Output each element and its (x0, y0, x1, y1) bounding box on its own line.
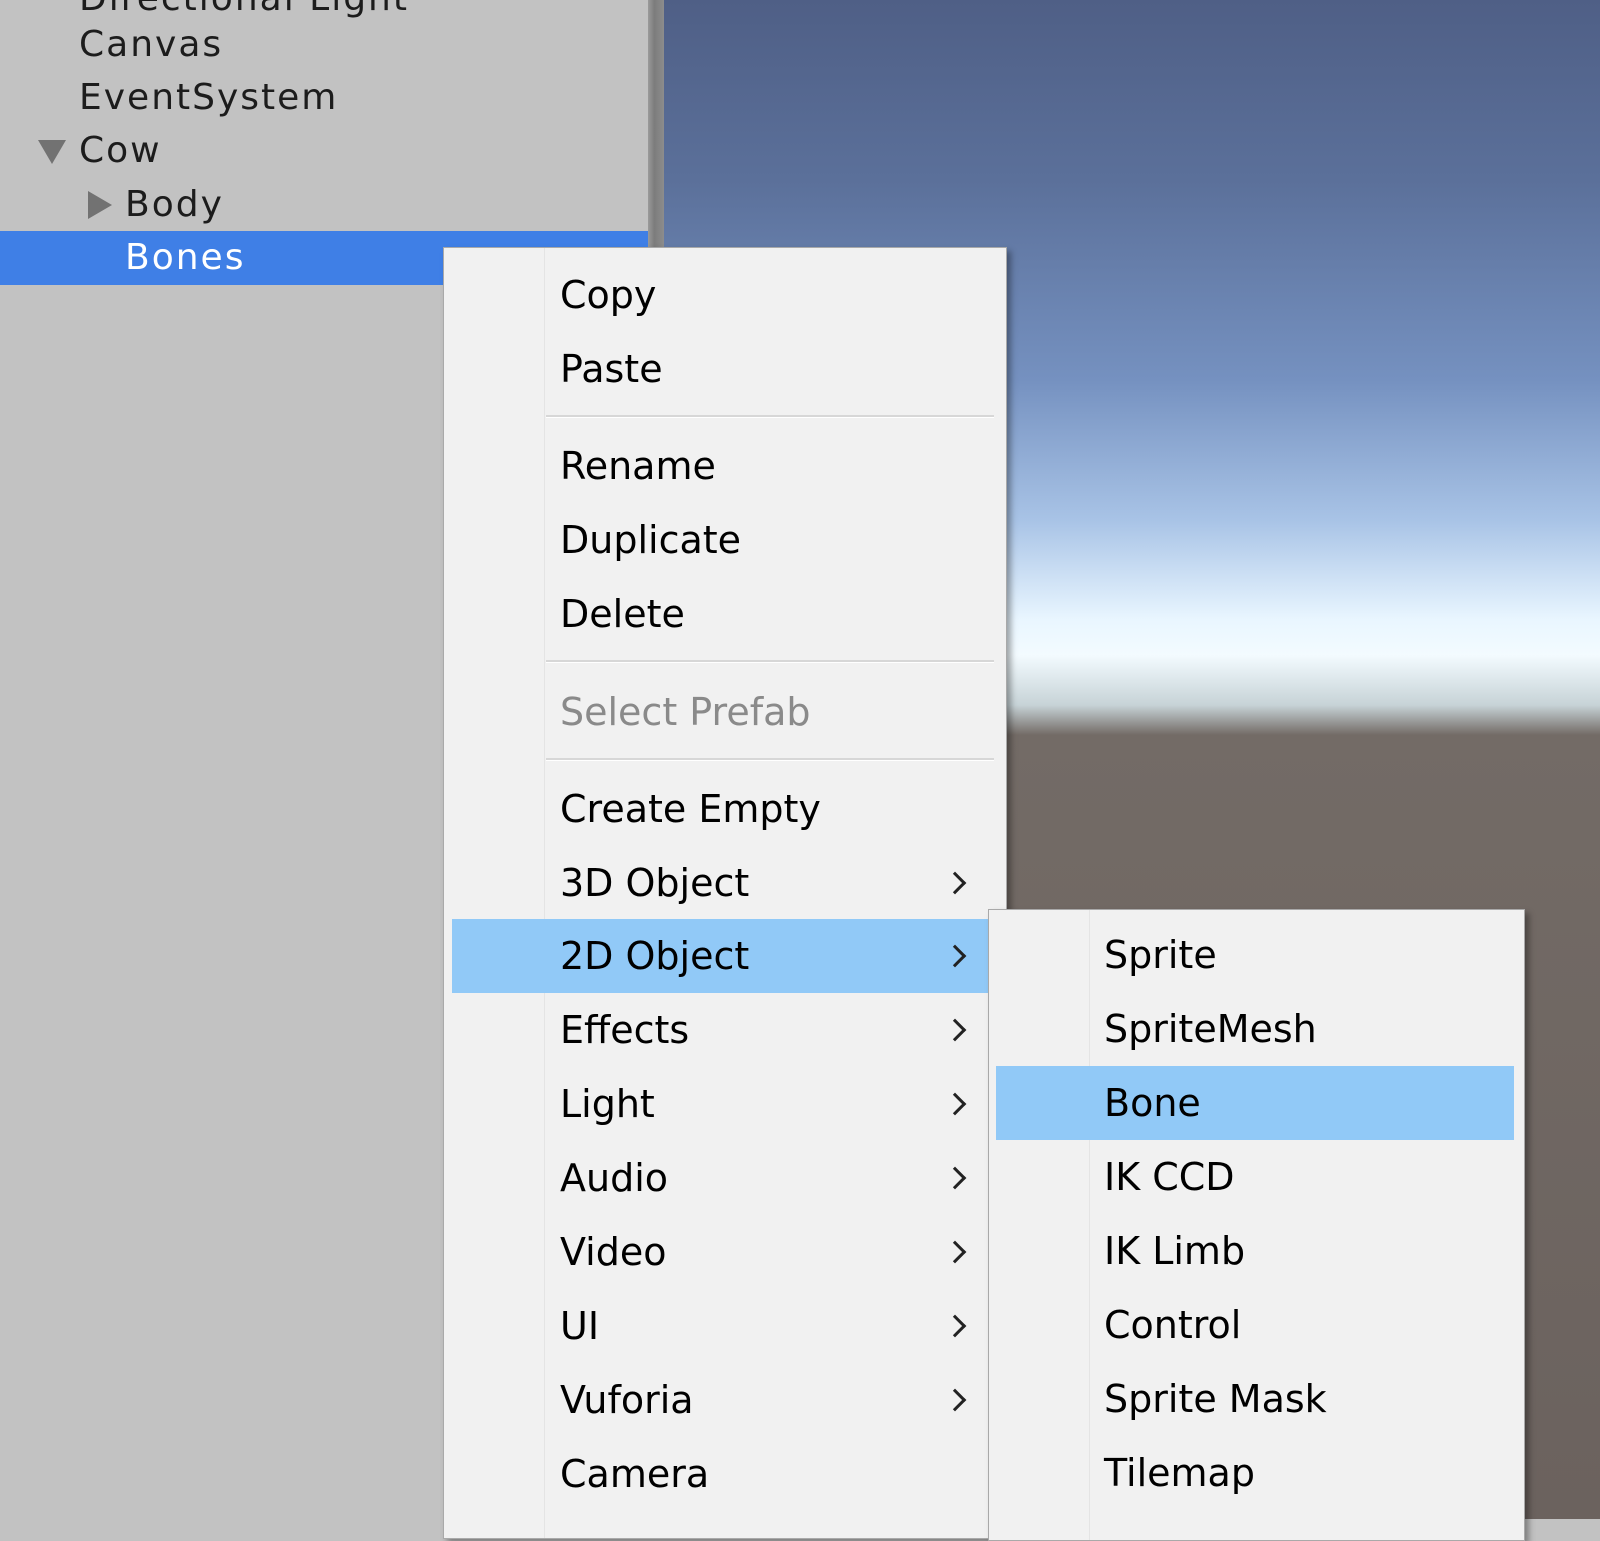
hierarchy-item-label: Cow (79, 130, 162, 171)
submenu-item-bone[interactable]: Bone (996, 1066, 1514, 1140)
menu-item-audio[interactable]: Audio (444, 1141, 1006, 1215)
menu-item-create-empty[interactable]: Create Empty (444, 772, 1006, 846)
hierarchy-item-cow[interactable]: Cow (0, 124, 648, 178)
menu-item-camera[interactable]: Camera (444, 1437, 1006, 1511)
menu-item-copy[interactable]: Copy (444, 258, 1006, 332)
menu-item-2d-object[interactable]: 2D Object (452, 919, 996, 993)
menu-separator (546, 415, 994, 418)
menu-item-label: Effects (560, 1008, 690, 1052)
menu-item-label: 3D Object (560, 861, 750, 905)
menu-item-label: Control (1104, 1303, 1242, 1347)
menu-item-label: Delete (560, 592, 685, 636)
menu-item-label: 2D Object (560, 934, 750, 978)
menu-separator (546, 660, 994, 663)
chevron-right-icon (943, 1388, 967, 1412)
triangle-down-icon[interactable] (38, 140, 66, 164)
menu-item-vuforia[interactable]: Vuforia (444, 1363, 1006, 1437)
menu-item-video[interactable]: Video (444, 1215, 1006, 1289)
submenu-item-sprite-mask[interactable]: Sprite Mask (989, 1362, 1524, 1436)
menu-item-effects[interactable]: Effects (444, 993, 1006, 1067)
menu-item-delete[interactable]: Delete (444, 577, 1006, 651)
menu-item-label: Video (560, 1230, 667, 1274)
submenu-2d-object: Sprite SpriteMesh Bone IK CCD IK Limb Co… (988, 909, 1525, 1541)
context-menu: Copy Paste Rename Duplicate Delete Selec… (443, 247, 1007, 1539)
menu-item-paste[interactable]: Paste (444, 332, 1006, 406)
menu-item-label: Select Prefab (560, 690, 811, 734)
hierarchy-item-body[interactable]: Body (0, 178, 648, 232)
submenu-item-tilemap[interactable]: Tilemap (989, 1436, 1524, 1510)
menu-item-label: Create Empty (560, 787, 821, 831)
hierarchy-item-canvas[interactable]: Canvas (0, 18, 648, 72)
menu-item-label: UI (560, 1304, 600, 1348)
menu-item-3d-object[interactable]: 3D Object (444, 846, 1006, 920)
menu-item-label: Tilemap (1104, 1451, 1255, 1495)
chevron-right-icon (943, 1092, 967, 1116)
menu-item-label: Copy (560, 273, 657, 317)
menu-item-label: Rename (560, 444, 716, 488)
menu-item-label: Duplicate (560, 518, 742, 562)
chevron-right-icon (943, 1018, 967, 1042)
submenu-item-sprite[interactable]: Sprite (989, 918, 1524, 992)
menu-item-label: Sprite Mask (1104, 1377, 1327, 1421)
chevron-right-icon (943, 871, 967, 895)
menu-item-rename[interactable]: Rename (444, 429, 1006, 503)
menu-item-select-prefab: Select Prefab (444, 675, 1006, 749)
menu-separator (546, 758, 994, 761)
menu-item-light[interactable]: Light (444, 1067, 1006, 1141)
menu-item-label: IK Limb (1104, 1229, 1246, 1273)
submenu-item-ik-limb[interactable]: IK Limb (989, 1214, 1524, 1288)
submenu-item-ik-ccd[interactable]: IK CCD (989, 1140, 1524, 1214)
hierarchy-item-label: EventSystem (79, 77, 339, 118)
menu-item-label: Paste (560, 347, 663, 391)
chevron-right-icon (943, 944, 967, 968)
chevron-right-icon (943, 1314, 967, 1338)
menu-item-label: Audio (560, 1156, 669, 1200)
menu-item-label: IK CCD (1104, 1155, 1235, 1199)
chevron-right-icon (943, 1240, 967, 1264)
menu-item-label: Sprite (1104, 933, 1217, 977)
menu-item-label: SpriteMesh (1104, 1007, 1317, 1051)
menu-item-label: Vuforia (560, 1378, 694, 1422)
submenu-item-control[interactable]: Control (989, 1288, 1524, 1362)
menu-item-duplicate[interactable]: Duplicate (444, 503, 1006, 577)
hierarchy-item-label: Bones (125, 237, 246, 278)
chevron-right-icon (943, 1166, 967, 1190)
hierarchy-item-eventsystem[interactable]: EventSystem (0, 71, 648, 125)
menu-item-label: Light (560, 1082, 655, 1126)
triangle-right-icon[interactable] (88, 191, 112, 219)
menu-item-ui[interactable]: UI (444, 1289, 1006, 1363)
submenu-item-spritemesh[interactable]: SpriteMesh (989, 992, 1524, 1066)
hierarchy-item-label: Body (125, 184, 224, 225)
hierarchy-item-label: Canvas (79, 24, 224, 65)
menu-item-label: Bone (1104, 1081, 1201, 1125)
menu-item-label: Camera (560, 1452, 710, 1496)
